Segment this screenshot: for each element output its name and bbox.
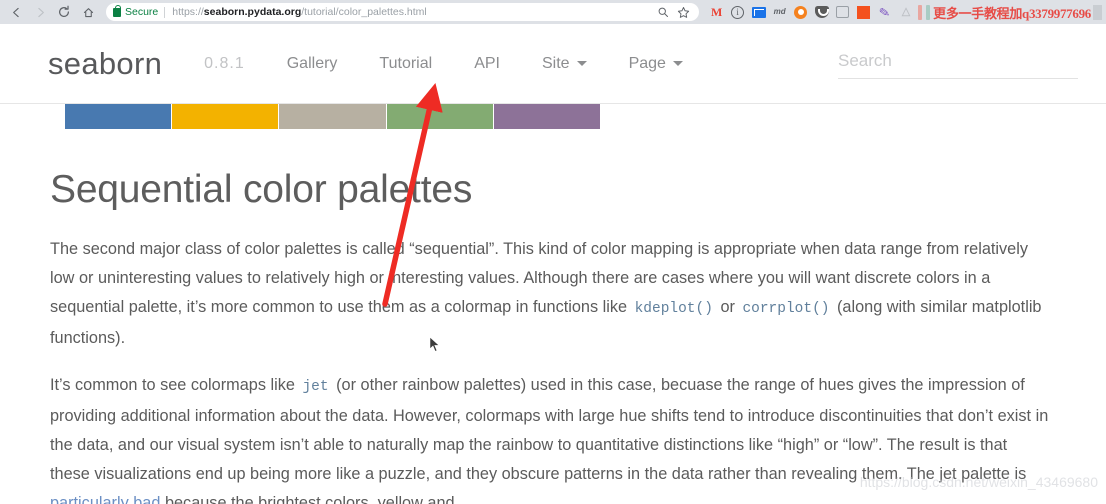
info-extension-icon[interactable]: i <box>729 4 746 21</box>
address-bar[interactable]: Secure https://seaborn.pydata.org/tutori… <box>106 3 700 21</box>
swatch-green <box>386 104 493 129</box>
paragraph-sequential-intro: The second major class of color palettes… <box>50 235 1050 353</box>
main-content: Sequential color palettes The second maj… <box>0 104 1106 504</box>
reload-icon[interactable] <box>52 1 76 23</box>
omnibox-divider <box>164 6 166 18</box>
pen-extension-icon[interactable]: ✎ <box>876 4 893 21</box>
browser-window: Secure https://seaborn.pydata.org/tutori… <box>0 0 1106 504</box>
url-path: /tutorial/color_palettes.html <box>301 6 427 18</box>
swatch-purple <box>493 104 601 129</box>
star-icon[interactable] <box>677 6 690 19</box>
site-header: seaborn 0.8.1 Gallery Tutorial API Site … <box>0 24 1106 104</box>
swatch-tan <box>279 104 386 129</box>
nav-item-api-label: API <box>474 54 500 72</box>
paragraph2-part1: It’s common to see colormaps like <box>50 376 300 394</box>
security-label: Secure <box>125 6 159 18</box>
page-title: Sequential color palettes <box>50 168 473 211</box>
gray-square-extension-icon[interactable] <box>834 4 851 21</box>
url-scheme: https:// <box>172 6 204 18</box>
swatch-blue <box>65 104 172 129</box>
search-input[interactable] <box>838 48 1078 79</box>
color-palette-strip <box>65 104 601 129</box>
top-watermark-text: 更多一手教程加q3379977696 <box>933 5 1091 21</box>
nav-item-tutorial-label: Tutorial <box>379 54 433 72</box>
profile-avatar[interactable] <box>1093 4 1102 20</box>
nav-item-tutorial[interactable]: Tutorial <box>379 55 432 73</box>
url-text: https://seaborn.pydata.org/tutorial/colo… <box>172 6 426 18</box>
chevron-down-icon <box>672 61 683 66</box>
code-jet: jet <box>302 379 329 395</box>
envelope-extension-icon[interactable] <box>750 4 767 21</box>
code-kdeplot[interactable]: kdeplot() <box>632 301 716 317</box>
search-zoom-icon[interactable] <box>657 6 669 18</box>
pink-bar-decoration <box>918 4 923 20</box>
paragraph1-part2: or <box>715 298 740 316</box>
faded-extension-icon[interactable] <box>897 4 914 21</box>
nav-item-page[interactable]: Page <box>629 55 683 73</box>
nav-item-gallery-label: Gallery <box>286 54 338 72</box>
url-host: seaborn.pydata.org <box>203 6 302 18</box>
nav-item-api[interactable]: API <box>474 55 500 73</box>
home-icon[interactable] <box>76 1 100 23</box>
extension-icons: M i md ✎ <box>703 4 931 21</box>
orange-square-extension-icon[interactable] <box>855 4 872 21</box>
lock-icon <box>113 4 121 17</box>
nav-item-site[interactable]: Site <box>542 55 587 73</box>
back-arrow-icon[interactable] <box>4 1 28 23</box>
search-container <box>838 48 1078 79</box>
browser-toolbar: Secure https://seaborn.pydata.org/tutori… <box>0 0 1106 24</box>
chevron-down-icon <box>576 61 587 66</box>
orange-circle-extension-icon[interactable] <box>792 4 809 21</box>
version-label: 0.8.1 <box>204 54 245 72</box>
link-particularly-bad[interactable]: particularly bad <box>50 494 160 504</box>
markdown-extension-icon[interactable]: md <box>771 4 788 21</box>
nav-item-site-label: Site <box>541 54 570 72</box>
nav-item-page-label: Page <box>628 54 666 72</box>
paragraph2-part3: because the brightest colors, yellow and <box>160 494 455 504</box>
site-logo[interactable]: seaborn <box>48 46 162 82</box>
gmail-extension-icon[interactable]: M <box>708 4 725 21</box>
nav-item-gallery[interactable]: Gallery <box>287 55 338 73</box>
pocket-extension-icon[interactable] <box>813 4 830 21</box>
forward-arrow-icon <box>28 1 52 23</box>
bottom-watermark-text: https://blog.csdn.net/weixin_43469680 <box>859 474 1098 490</box>
code-corrplot[interactable]: corrplot() <box>739 301 832 317</box>
swatch-orange <box>172 104 279 129</box>
